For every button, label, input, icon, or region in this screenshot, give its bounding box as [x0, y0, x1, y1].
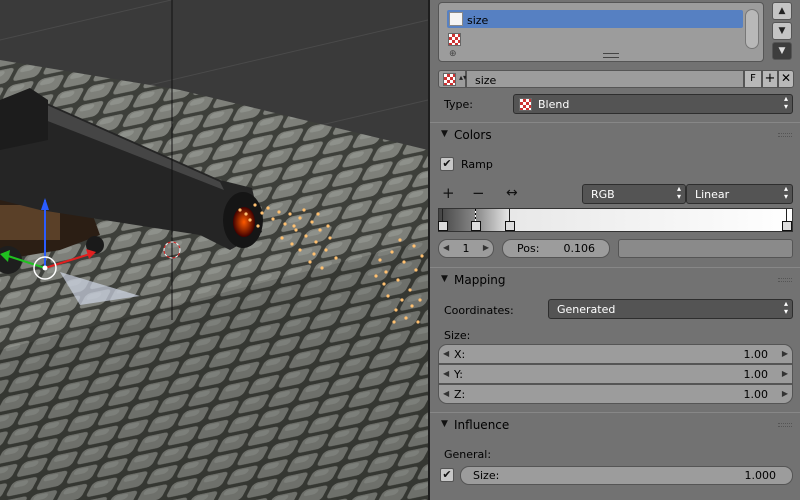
- influence-panel-header[interactable]: ▼ Influence: [430, 412, 800, 436]
- ramp-stop-handle-icon[interactable]: [438, 221, 448, 231]
- checker-texture-icon: [443, 73, 456, 86]
- updown-arrows-icon: ▴▾: [783, 299, 788, 316]
- viewport-scene: [0, 0, 428, 500]
- type-label: Type:: [444, 98, 473, 111]
- coordinates-label: Coordinates:: [444, 304, 514, 317]
- size-influence-checkbox[interactable]: ✔: [440, 468, 454, 482]
- increment-arrow-icon[interactable]: ▶: [782, 389, 788, 398]
- checker-texture-icon: [519, 98, 532, 111]
- ramp-stop-handle-icon[interactable]: [471, 221, 482, 231]
- slot-list-scrollbar[interactable]: [745, 9, 759, 49]
- texture-type-dropdown[interactable]: Blend ▴ ▾: [513, 94, 793, 114]
- updown-arrows-icon: ▴▾: [783, 184, 788, 201]
- active-stop-index-field[interactable]: ◀ 1 ▶: [438, 239, 494, 258]
- texture-properties-panel: size ⊕ ▲ ▼ ▼ ▴▾ size F + ✕ Type: Blend ▴…: [430, 0, 800, 500]
- collapse-triangle-icon: ▼: [441, 129, 448, 139]
- increment-arrow-icon[interactable]: ▶: [782, 369, 788, 378]
- list-resize-grip[interactable]: [603, 53, 619, 58]
- mapping-panel-header[interactable]: ▼ Mapping: [430, 267, 800, 291]
- size-influence-field[interactable]: Size: 1.000: [460, 466, 793, 485]
- decrement-arrow-icon[interactable]: ◀: [443, 369, 449, 378]
- texture-name-field[interactable]: size: [466, 70, 744, 88]
- mapping-title: Mapping: [454, 273, 506, 287]
- texture-slot-list[interactable]: size ⊕: [438, 2, 764, 62]
- checker-texture-icon[interactable]: [448, 33, 461, 46]
- collapse-triangle-icon: ▼: [441, 274, 448, 284]
- add-slot-icon[interactable]: ⊕: [449, 49, 457, 59]
- stop-color-swatch[interactable]: [618, 239, 793, 258]
- checkmark-icon: ✔: [442, 157, 452, 170]
- stop-position-field[interactable]: Pos: 0.106: [502, 239, 610, 258]
- new-texture-button[interactable]: +: [762, 70, 778, 88]
- ramp-checkbox[interactable]: ✔: [440, 157, 454, 171]
- ramp-stop-handle-icon[interactable]: [504, 221, 515, 231]
- ramp-stop-handle-icon[interactable]: [782, 221, 792, 231]
- panel-drag-grip-icon[interactable]: [778, 278, 792, 282]
- size-influence-label: Size:: [473, 469, 500, 482]
- texture-thumbnail-icon: [449, 12, 463, 26]
- color-ramp-stop[interactable]: [471, 209, 482, 232]
- pos-label: Pos:: [517, 242, 540, 255]
- panel-drag-grip-icon[interactable]: [778, 423, 792, 427]
- size-z-field[interactable]: ◀ Z: 1.00 ▶: [438, 384, 793, 404]
- 3d-viewport[interactable]: [0, 0, 428, 500]
- size-y-label: Y:: [454, 368, 463, 381]
- ramp-stop-stem: [508, 209, 510, 221]
- color-ramp-stop[interactable]: [782, 209, 792, 232]
- size-y-value: 1.00: [743, 368, 769, 381]
- remove-color-stop-icon[interactable]: −: [472, 184, 485, 202]
- updown-arrows-icon: ▴▾: [783, 94, 788, 111]
- size-label: Size:: [444, 329, 471, 342]
- interpolation-value: Linear: [695, 188, 730, 201]
- decrement-arrow-icon[interactable]: ◀: [443, 349, 449, 358]
- texture-type-value: Blend: [538, 98, 570, 111]
- panel-drag-grip-icon[interactable]: [778, 133, 792, 137]
- size-z-label: Z:: [454, 388, 466, 401]
- ramp-stop-stem: [442, 209, 443, 221]
- color-mode-dropdown[interactable]: RGB ▴ ▾: [582, 184, 686, 204]
- size-y-field[interactable]: ◀ Y: 1.00 ▶: [438, 364, 793, 384]
- colors-panel-header[interactable]: ▼ Colors: [430, 122, 800, 146]
- add-color-stop-icon[interactable]: +: [442, 184, 455, 202]
- interpolation-dropdown[interactable]: Linear ▴ ▾: [686, 184, 793, 204]
- size-x-value: 1.00: [743, 348, 769, 361]
- move-slot-down-button[interactable]: ▼: [772, 22, 792, 40]
- flip-ramp-icon[interactable]: ↔: [506, 185, 518, 201]
- decrement-arrow-icon[interactable]: ◀: [443, 389, 449, 398]
- increment-arrow-icon[interactable]: ▶: [782, 349, 788, 358]
- ramp-stop-stem: [475, 209, 477, 221]
- color-ramp-bar[interactable]: [438, 208, 793, 232]
- triangle-down-icon: ▼: [778, 26, 786, 36]
- coordinates-dropdown[interactable]: Generated ▴ ▾: [548, 299, 793, 319]
- unlink-texture-button[interactable]: ✕: [778, 70, 794, 88]
- coordinates-value: Generated: [557, 303, 616, 316]
- size-x-label: X:: [454, 348, 466, 361]
- general-label: General:: [444, 448, 492, 461]
- color-ramp-stop[interactable]: [504, 209, 515, 232]
- size-influence-value: 1.000: [744, 469, 777, 482]
- size-z-value: 1.00: [743, 388, 769, 401]
- menu-down-icon: ▼: [778, 46, 786, 56]
- size-x-field[interactable]: ◀ X: 1.00 ▶: [438, 344, 793, 364]
- colors-title: Colors: [454, 128, 492, 142]
- checkmark-icon: ✔: [442, 468, 452, 481]
- texture-slot-label: size: [467, 14, 489, 27]
- browse-texture-button[interactable]: ▴▾: [438, 70, 467, 88]
- move-slot-up-button[interactable]: ▲: [772, 2, 792, 20]
- updown-arrows-icon: ▴▾: [676, 184, 681, 201]
- fake-user-button[interactable]: F: [744, 70, 762, 88]
- texture-name: size: [475, 74, 497, 87]
- color-mode-value: RGB: [591, 188, 615, 201]
- influence-title: Influence: [454, 418, 510, 432]
- triangle-up-icon: ▲: [778, 6, 786, 16]
- pos-value: 0.106: [563, 242, 596, 255]
- texture-slot-selected[interactable]: [447, 10, 743, 28]
- increment-arrow-icon[interactable]: ▶: [483, 243, 489, 252]
- collapse-triangle-icon: ▼: [441, 419, 448, 429]
- color-ramp-stop[interactable]: [438, 209, 448, 232]
- slot-specials-menu-button[interactable]: ▼: [772, 42, 792, 60]
- ramp-label: Ramp: [461, 158, 493, 171]
- ramp-stop-stem: [786, 209, 787, 221]
